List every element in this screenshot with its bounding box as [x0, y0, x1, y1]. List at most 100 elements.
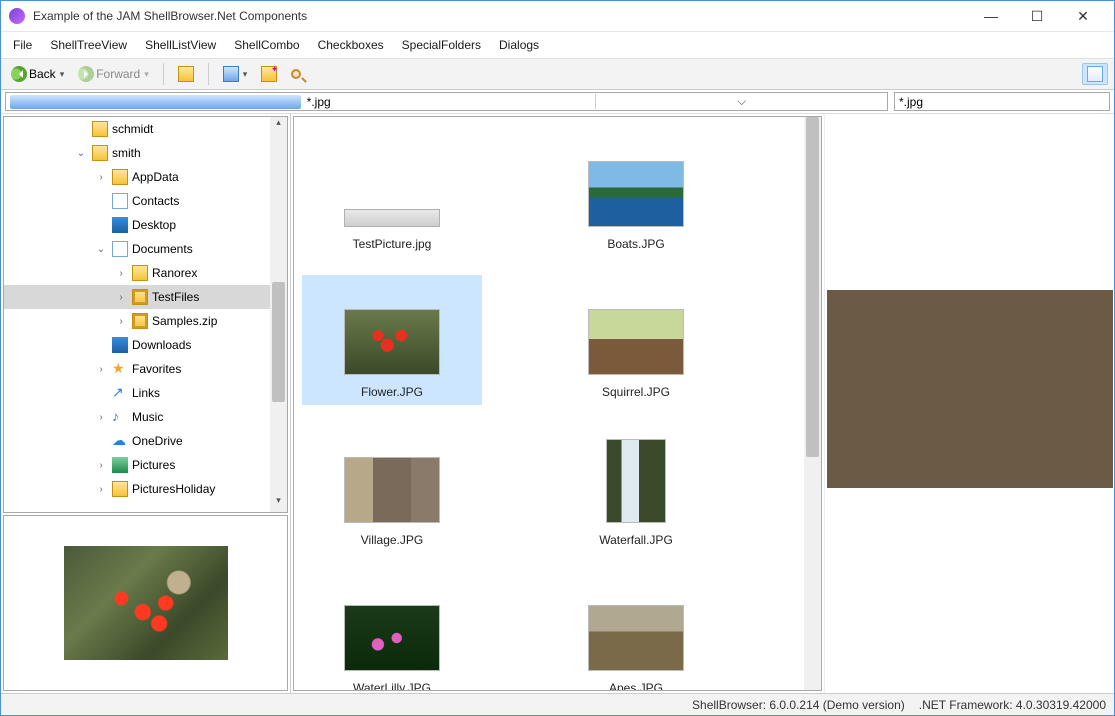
expand-icon[interactable]: ›	[94, 412, 108, 423]
file-list[interactable]: TestPicture.jpg Boats.JPG Flower.JPG Squirr…	[293, 116, 822, 691]
tree-node[interactable]: ›Pictures	[4, 453, 287, 477]
file-name: Waterfall.JPG	[599, 533, 673, 547]
file-thumbnail	[606, 439, 666, 523]
menu-file[interactable]: File	[13, 38, 32, 52]
file-item[interactable]: Village.JPG	[302, 423, 482, 553]
file-name: TestPicture.jpg	[353, 237, 432, 251]
list-scrollbar[interactable]	[804, 117, 821, 690]
tree-node-label: PicturesHoliday	[132, 482, 215, 496]
menu-dialogs[interactable]: Dialogs	[499, 38, 539, 52]
folder-up-icon	[178, 66, 194, 82]
path-icon	[10, 95, 301, 109]
window-title: Example of the JAM ShellBrowser.Net Comp…	[33, 9, 960, 23]
tree-node[interactable]: Downloads	[4, 333, 287, 357]
menu-shelltreeview[interactable]: ShellTreeView	[50, 38, 127, 52]
body: schmidt ⌄smith › AppData Contacts Desktop ⌄Doc…	[1, 114, 1114, 693]
expand-icon[interactable]: ⌄	[94, 244, 108, 255]
file-item[interactable]: Waterfall.JPG	[546, 423, 726, 553]
back-icon	[11, 66, 27, 82]
expand-icon[interactable]: ›	[114, 268, 128, 279]
statusbar: ShellBrowser: 6.0.0.214 (Demo version) .…	[1, 693, 1114, 715]
tree-node[interactable]: › Samples.zip	[4, 309, 287, 333]
file-item[interactable]: Apes.JPG	[546, 571, 726, 691]
scroll-down-icon[interactable]: ▾	[270, 495, 287, 512]
menu-shelllistview[interactable]: ShellListView	[145, 38, 216, 52]
tree-node-label: schmidt	[112, 122, 153, 136]
file-thumbnail	[344, 605, 440, 671]
forward-dropdown-icon: ▾	[144, 69, 149, 80]
toolbar-separator	[163, 63, 164, 85]
tree-node[interactable]: ›★Favorites	[4, 357, 287, 381]
minimize-button[interactable]: —	[968, 1, 1014, 31]
file-item[interactable]: Boats.JPG	[546, 127, 726, 257]
expand-icon[interactable]: ›	[94, 460, 108, 471]
scroll-thumb[interactable]	[806, 117, 819, 457]
expand-icon[interactable]: ›	[94, 364, 108, 375]
file-item[interactable]: TestPicture.jpg	[302, 127, 482, 257]
menubar: File ShellTreeView ShellListView ShellCo…	[1, 32, 1114, 58]
tree-node[interactable]: › AppData	[4, 165, 287, 189]
back-button[interactable]: Back ▾	[7, 64, 68, 84]
tree-node-label: Samples.zip	[152, 314, 217, 328]
back-label: Back	[29, 67, 56, 81]
path-text: *.jpg	[305, 95, 596, 109]
file-name: Flower.JPG	[361, 385, 423, 399]
window-buttons: — ☐ ✕	[968, 1, 1106, 31]
tree-node-label: Ranorex	[152, 266, 197, 280]
expand-icon[interactable]: ⌄	[74, 148, 88, 159]
right-preview-pane	[824, 114, 1114, 693]
file-name: WaterLilly.JPG	[353, 681, 431, 691]
tree-node-label: AppData	[132, 170, 179, 184]
tree-scrollbar[interactable]: ▴ ▾	[270, 117, 287, 512]
small-preview	[3, 515, 288, 691]
file-thumbnail	[588, 605, 684, 671]
app-window: Example of the JAM ShellBrowser.Net Comp…	[0, 0, 1115, 716]
tree-node[interactable]: ⌄Documents	[4, 237, 287, 261]
tree-node-label: Favorites	[132, 362, 181, 376]
tree-node[interactable]: ›♪Music	[4, 405, 287, 429]
tree-node[interactable]: ⌄smith	[4, 141, 287, 165]
expand-icon[interactable]: ›	[114, 292, 128, 303]
file-name: Boats.JPG	[607, 237, 664, 251]
new-folder-button[interactable]	[257, 64, 281, 84]
expand-icon[interactable]: ›	[94, 172, 108, 183]
tree-node-label: Desktop	[132, 218, 176, 232]
maximize-button[interactable]: ☐	[1014, 1, 1060, 31]
toolbar-separator	[208, 63, 209, 85]
tree-node-label: TestFiles	[152, 290, 199, 304]
path-combo[interactable]: *.jpg ⌵	[5, 92, 888, 111]
preview-image	[64, 546, 228, 660]
tree-node[interactable]: Desktop	[4, 213, 287, 237]
path-dropdown-icon[interactable]: ⌵	[595, 94, 887, 109]
views-button[interactable]: ▾	[219, 64, 252, 84]
expand-icon[interactable]: ›	[114, 316, 128, 327]
file-item[interactable]: Squirrel.JPG	[546, 275, 726, 405]
file-item[interactable]: Flower.JPG	[302, 275, 482, 405]
forward-button[interactable]: Forward ▾	[74, 64, 153, 84]
tree-node[interactable]: › Ranorex	[4, 261, 287, 285]
tree-node[interactable]: Contacts	[4, 189, 287, 213]
search-button[interactable]	[287, 67, 305, 81]
tree-node[interactable]: ☁OneDrive	[4, 429, 287, 453]
file-item[interactable]: WaterLilly.JPG	[302, 571, 482, 691]
scroll-up-icon[interactable]: ▴	[270, 117, 287, 134]
scroll-thumb[interactable]	[272, 282, 285, 402]
file-thumbnail	[344, 457, 440, 523]
tree-node[interactable]: › TestFiles	[4, 285, 287, 309]
tree-node[interactable]: ↗Links	[4, 381, 287, 405]
views-dropdown-icon: ▾	[243, 69, 248, 80]
folder-tree[interactable]: schmidt ⌄smith › AppData Contacts Desktop ⌄Doc…	[3, 116, 288, 513]
menu-specialfolders[interactable]: SpecialFolders	[402, 38, 481, 52]
tree-node[interactable]: schmidt	[4, 117, 287, 141]
file-name: Village.JPG	[361, 533, 423, 547]
menu-checkboxes[interactable]: Checkboxes	[318, 38, 384, 52]
folder-up-button[interactable]	[174, 64, 198, 84]
menu-shellcombo[interactable]: ShellCombo	[234, 38, 299, 52]
filter-input[interactable]: *.jpg	[894, 92, 1110, 111]
expand-icon[interactable]: ›	[94, 484, 108, 495]
tree-node[interactable]: › PicturesHoliday	[4, 477, 287, 501]
tree-node-label: Downloads	[132, 338, 191, 352]
file-name: Squirrel.JPG	[602, 385, 670, 399]
toggle-preview-button[interactable]	[1082, 63, 1108, 85]
close-button[interactable]: ✕	[1060, 1, 1106, 31]
